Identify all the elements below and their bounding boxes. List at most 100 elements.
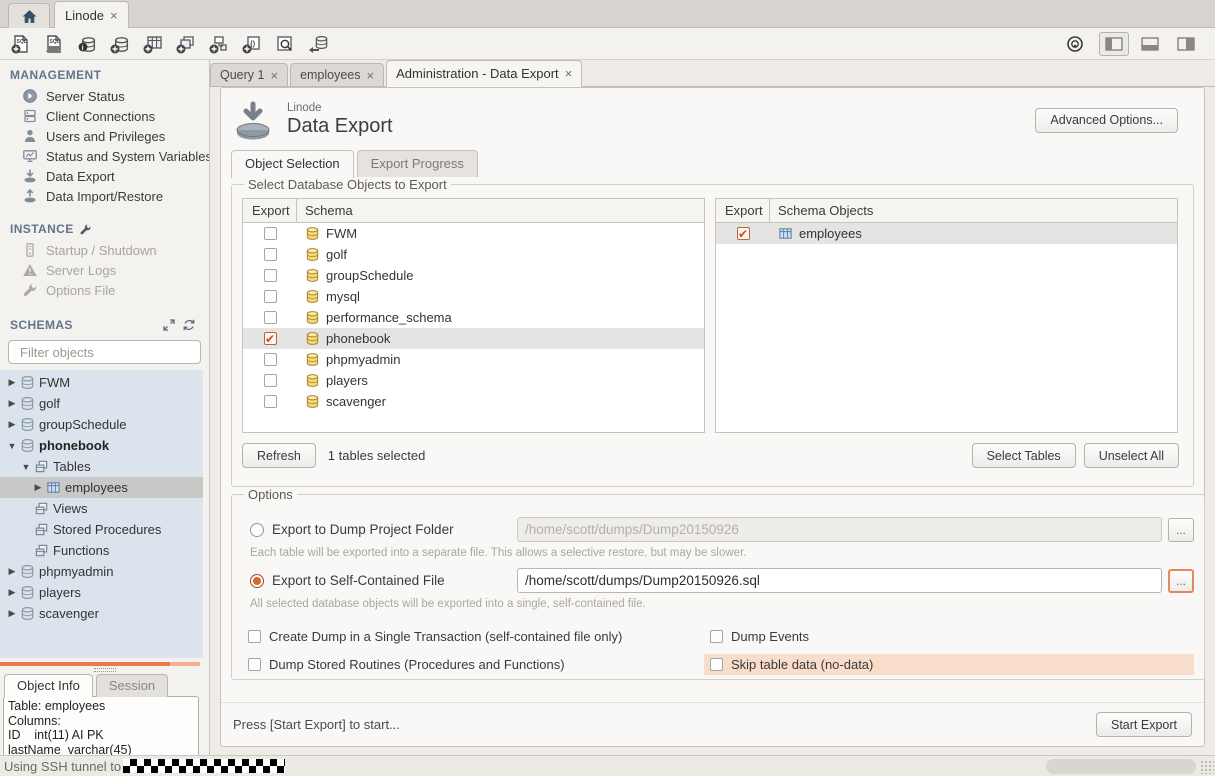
- toggle-bottom-panel-button[interactable]: [1135, 32, 1165, 56]
- self-contained-radio[interactable]: [250, 574, 264, 588]
- tab-query-1[interactable]: Query 1 ×: [210, 63, 288, 86]
- create-table-icon[interactable]: [138, 31, 168, 57]
- toggle-left-sidebar-button[interactable]: [1099, 32, 1129, 56]
- tab-employees[interactable]: employees ×: [290, 63, 384, 86]
- horizontal-scrollbar[interactable]: [1046, 759, 1196, 774]
- checkbox-skip-table-data[interactable]: Skip table data (no-data): [704, 654, 1194, 675]
- refresh-button[interactable]: Refresh: [242, 443, 316, 468]
- sidebar-item-data-import-restore[interactable]: Data Import/Restore: [0, 186, 209, 206]
- table-row[interactable]: scavenger: [243, 391, 704, 412]
- schema-filter-input[interactable]: [20, 345, 196, 360]
- export-checkbox[interactable]: [264, 227, 277, 240]
- export-checkbox[interactable]: [264, 395, 277, 408]
- table-row[interactable]: golf: [243, 244, 704, 265]
- splitter-grip[interactable]: [94, 668, 116, 672]
- checkbox[interactable]: [248, 658, 261, 671]
- tab-close-icon[interactable]: ×: [367, 68, 375, 83]
- dump-folder-browse-button[interactable]: ...: [1168, 518, 1194, 542]
- refresh-schemas-icon[interactable]: [183, 319, 195, 331]
- self-contained-path-input[interactable]: [517, 568, 1162, 593]
- self-contained-browse-button[interactable]: ...: [1168, 569, 1194, 593]
- tree-item-employees[interactable]: ▶ employees: [0, 477, 203, 498]
- search-table-data-icon[interactable]: [270, 31, 300, 57]
- tree-item-stored-procedures[interactable]: Stored Procedures: [0, 519, 203, 540]
- tab-close-icon[interactable]: ×: [270, 68, 278, 83]
- export-checkbox[interactable]: [264, 290, 277, 303]
- export-checkbox-checked[interactable]: ✔: [264, 332, 277, 345]
- tree-item-functions[interactable]: Functions: [0, 540, 203, 561]
- sidebar-splitter[interactable]: [0, 662, 200, 666]
- checkbox[interactable]: [710, 630, 723, 643]
- create-function-icon[interactable]: {): [237, 31, 267, 57]
- connection-tab-close-icon[interactable]: ×: [110, 8, 118, 23]
- svg-text:SQL: SQL: [50, 39, 60, 45]
- tab-object-selection[interactable]: Object Selection: [231, 150, 354, 178]
- sidebar-item-status-system-variables[interactable]: Status and System Variables: [0, 146, 209, 166]
- connection-tab[interactable]: Linode ×: [54, 1, 129, 28]
- table-row-selected[interactable]: ✔ employees: [716, 223, 1177, 244]
- export-checkbox[interactable]: [264, 269, 277, 282]
- tree-item-phonebook[interactable]: ▼ phonebook: [0, 435, 203, 456]
- export-checkbox-checked[interactable]: ✔: [737, 227, 750, 240]
- unselect-all-button[interactable]: Unselect All: [1084, 443, 1179, 468]
- advanced-options-button[interactable]: Advanced Options...: [1035, 108, 1178, 133]
- checkbox-dump-events[interactable]: Dump Events: [704, 626, 1194, 647]
- export-checkbox[interactable]: [264, 311, 277, 324]
- create-procedure-icon[interactable]: [204, 31, 234, 57]
- create-schema-icon[interactable]: [105, 31, 135, 57]
- tree-item-phpmyadmin[interactable]: ▶ phpmyadmin: [0, 561, 203, 582]
- tab-object-info[interactable]: Object Info: [4, 674, 93, 697]
- sidebar-item-options-file[interactable]: Options File: [0, 280, 209, 300]
- tree-item-players[interactable]: ▶ players: [0, 582, 203, 603]
- checkbox-dump-stored-routines[interactable]: Dump Stored Routines (Procedures and Fun…: [242, 654, 704, 675]
- activity-indicator-icon[interactable]: [1060, 31, 1090, 57]
- toggle-right-sidebar-button[interactable]: [1171, 32, 1201, 56]
- table-row[interactable]: FWM: [243, 223, 704, 244]
- table-row[interactable]: groupSchedule: [243, 265, 704, 286]
- start-export-button[interactable]: Start Export: [1096, 712, 1192, 737]
- dump-folder-path-input[interactable]: [517, 517, 1162, 542]
- sidebar-item-data-export[interactable]: Data Export: [0, 166, 209, 186]
- tree-item-scavenger[interactable]: ▶ scavenger: [0, 603, 203, 624]
- expand-panel-icon[interactable]: [163, 319, 175, 331]
- sidebar-item-users-privileges[interactable]: Users and Privileges: [0, 126, 209, 146]
- reconnect-database-icon[interactable]: [303, 31, 333, 57]
- table-row-selected[interactable]: ✔ phonebook: [243, 328, 704, 349]
- export-checkbox[interactable]: [264, 353, 277, 366]
- checkbox[interactable]: [710, 658, 723, 671]
- sidebar-item-server-status[interactable]: Server Status: [0, 86, 209, 106]
- checkbox[interactable]: [248, 630, 261, 643]
- tree-item-views[interactable]: Views: [0, 498, 203, 519]
- options-group-title: Options: [244, 487, 297, 502]
- tab-close-icon[interactable]: ×: [565, 66, 573, 81]
- schema-icon: [20, 375, 35, 390]
- new-sql-tab-icon[interactable]: SQL: [6, 31, 36, 57]
- schema-icon: [20, 606, 35, 621]
- tab-session[interactable]: Session: [96, 674, 168, 697]
- select-tables-button[interactable]: Select Tables: [972, 443, 1076, 468]
- sidebar-item-client-connections[interactable]: Client Connections: [0, 106, 209, 126]
- create-view-icon[interactable]: [171, 31, 201, 57]
- resize-grip[interactable]: [1200, 760, 1214, 774]
- table-row[interactable]: performance_schema: [243, 307, 704, 328]
- table-row[interactable]: players: [243, 370, 704, 391]
- inspect-database-icon[interactable]: i: [72, 31, 102, 57]
- tree-item-fwm[interactable]: ▶ FWM: [0, 372, 203, 393]
- open-sql-file-icon[interactable]: SQL: [39, 31, 69, 57]
- play-circle-icon: [22, 88, 38, 104]
- tree-item-golf[interactable]: ▶ golf: [0, 393, 203, 414]
- table-row[interactable]: mysql: [243, 286, 704, 307]
- user-icon: [22, 128, 38, 144]
- sidebar-item-startup-shutdown[interactable]: Startup / Shutdown: [0, 240, 209, 260]
- tab-export-progress[interactable]: Export Progress: [357, 150, 478, 177]
- tree-item-tables[interactable]: ▼ Tables: [0, 456, 203, 477]
- sidebar-item-server-logs[interactable]: Server Logs: [0, 260, 209, 280]
- export-checkbox[interactable]: [264, 248, 277, 261]
- table-row[interactable]: phpmyadmin: [243, 349, 704, 370]
- tree-item-groupschedule[interactable]: ▶ groupSchedule: [0, 414, 203, 435]
- home-tab[interactable]: [8, 3, 50, 28]
- checkbox-single-transaction[interactable]: Create Dump in a Single Transaction (sel…: [242, 626, 704, 647]
- dump-folder-radio[interactable]: [250, 523, 264, 537]
- export-checkbox[interactable]: [264, 374, 277, 387]
- tab-administration-data-export[interactable]: Administration - Data Export ×: [386, 60, 582, 87]
